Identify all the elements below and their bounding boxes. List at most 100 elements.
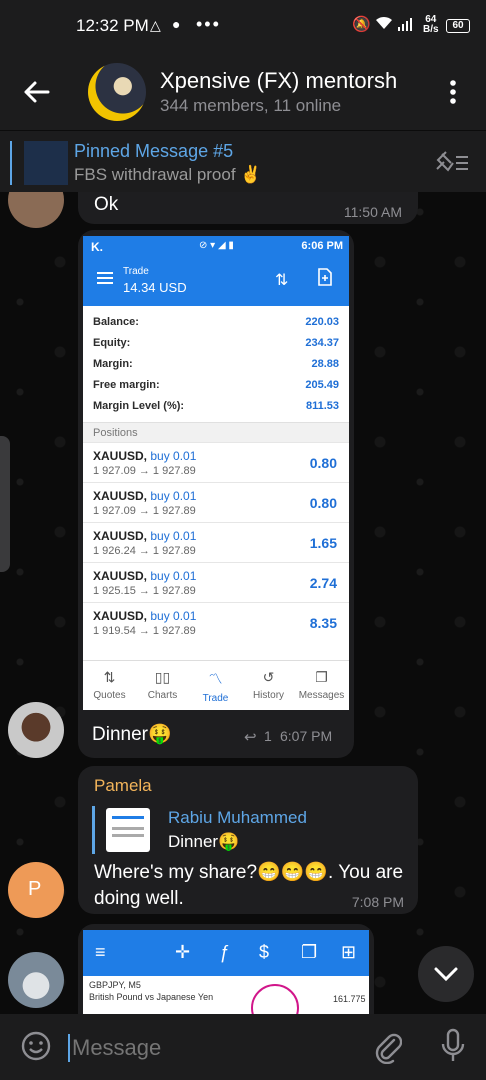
message-text: Dinner🤑 (92, 724, 172, 745)
account-value: 220.03 (305, 316, 339, 328)
tab-label: Trade (202, 693, 229, 704)
message-bubble[interactable]: Pamela Rabiu Muhammed Dinner🤑 Where's my… (78, 766, 418, 914)
sort-icon: ⇅ (275, 272, 289, 289)
history-icon: ↺ (262, 669, 275, 685)
chat-title[interactable]: Xpensive (FX) mentorsh (160, 68, 422, 94)
account-label: Balance: (93, 316, 139, 328)
mute-icon: 🔕 (352, 16, 371, 33)
status-time: 12:32 PM (76, 16, 149, 35)
position-row: XAUUSD, buy 0.01 1 919.54 → 1 927.89 8.35 (83, 602, 349, 643)
sender-name[interactable]: Pamela (94, 776, 152, 796)
trade-screenshot[interactable]: K. ⊘ ▾ ◢ ▮ 6:06 PM Trade 14.34 USD ⇅ Bal… (83, 236, 349, 710)
tab-charts: ▯▯ Charts (136, 669, 189, 701)
positions-header: Positions (83, 422, 349, 443)
position-symbol: XAUUSD, buy 0.01 (93, 609, 196, 623)
warning-icon: △ (150, 17, 161, 33)
position-prices: 1 927.09 → 1 927.89 (93, 505, 196, 517)
sender-avatar[interactable] (8, 702, 64, 758)
messages-icon: ❐ (315, 669, 328, 685)
chat-header: Xpensive (FX) mentorsh 344 members, 11 o… (0, 56, 486, 130)
emoji-icon[interactable] (20, 1030, 52, 1062)
message-list[interactable]: Ok 11:50 AM K. ⊘ ▾ ◢ ▮ 6:06 PM Trade 14.… (0, 192, 486, 1014)
positions-header-label: Positions (93, 427, 138, 439)
message-input[interactable] (70, 1030, 354, 1066)
reply-count[interactable]: 1 (264, 728, 272, 744)
account-row: Balance: 220.03 (93, 316, 339, 328)
position-symbol: XAUUSD, buy 0.01 (93, 569, 196, 583)
pin-list-icon[interactable] (434, 149, 470, 175)
side-label: buy 0.01 (150, 489, 197, 503)
quote-author: Rabiu Muhammed (168, 808, 307, 827)
pinned-message-bar[interactable]: Pinned Message #5 FBS withdrawal proof ✌… (0, 130, 486, 193)
account-value: 205.49 (305, 379, 339, 391)
trade-clock: 6:06 PM (301, 240, 343, 252)
chart-price: 161.775 (333, 994, 366, 1004)
pinned-indicator (10, 141, 12, 185)
position-row: XAUUSD, buy 0.01 1 926.24 → 1 927.89 1.65 (83, 522, 349, 563)
quote-bar (92, 806, 95, 854)
attach-icon[interactable] (374, 1030, 402, 1064)
pinned-thumbnail (24, 141, 68, 185)
group-avatar[interactable] (88, 63, 146, 121)
sender-avatar[interactable] (8, 192, 64, 228)
trade-app-topbar: K. ⊘ ▾ ◢ ▮ 6:06 PM Trade 14.34 USD ⇅ (83, 236, 349, 306)
chart-annotation-circle (251, 984, 299, 1014)
position-prices: 1 919.54 → 1 927.89 (93, 625, 196, 637)
chart-pair: GBPJPY, M5 (89, 980, 141, 990)
tab-label: History (252, 690, 285, 701)
back-arrow-icon[interactable] (22, 78, 50, 106)
reply-quote[interactable]: Rabiu Muhammed Dinner🤑 (92, 806, 307, 854)
scroll-down-button[interactable] (418, 946, 474, 1002)
account-label: Free margin: (93, 379, 160, 391)
tab-quotes: ⇅ Quotes (83, 669, 136, 701)
crosshair-icon: ✛ (175, 942, 191, 962)
account-row: Equity: 234.37 (93, 337, 339, 349)
member-count: 344 members, 11 online (160, 96, 342, 115)
account-row: Margin Level (%): 811.53 (93, 400, 339, 412)
more-options-icon[interactable] (446, 78, 460, 106)
position-profit: 8.35 (309, 615, 337, 631)
quotes-icon: ⇅ (103, 669, 116, 685)
function-icon: ƒ (219, 942, 230, 962)
account-label: Margin: (93, 358, 133, 370)
trade-heading: Trade (123, 266, 149, 277)
account-value: 234.37 (305, 337, 339, 349)
photo-message-bubble[interactable]: ≡ ✛ ƒ $ ❐ ⊞ GBPJPY, M5 British Pound vs … (78, 924, 374, 1014)
message-time: 7:08 PM (351, 894, 404, 910)
pinned-title: Pinned Message #5 (74, 141, 234, 161)
chart-screenshot[interactable]: ≡ ✛ ƒ $ ❐ ⊞ GBPJPY, M5 British Pound vs … (83, 930, 369, 1014)
avatar-letter: P (28, 878, 42, 900)
symbol-label: XAUUSD, (93, 569, 148, 583)
position-symbol: XAUUSD, buy 0.01 (93, 449, 196, 463)
trade-balance-line: 14.34 USD (123, 280, 187, 295)
position-row: XAUUSD, buy 0.01 1 927.09 → 1 927.89 0.80 (83, 442, 349, 483)
message-time: 11:50 AM (343, 204, 402, 220)
tab-trade: 〽 Trade (189, 669, 242, 704)
trade-app-tabbar: ⇅ Quotes ▯▯ Charts 〽 Trade ↺ History ❐ Messag… (83, 660, 349, 710)
side-label: buy 0.01 (150, 609, 197, 623)
account-label: Equity: (93, 337, 131, 349)
phone-status-icons: ⊘ ▾ ◢ ▮ (199, 240, 234, 251)
sender-avatar[interactable] (8, 952, 64, 1008)
photo-message-bubble[interactable]: K. ⊘ ▾ ◢ ▮ 6:06 PM Trade 14.34 USD ⇅ Bal… (78, 230, 354, 758)
side-drawer-handle[interactable] (0, 436, 10, 572)
reply-arrow-icon[interactable]: ↩ (244, 728, 257, 746)
message-bubble[interactable]: Ok 11:50 AM (78, 192, 418, 224)
symbol-label: XAUUSD, (93, 489, 148, 503)
message-input-bar (0, 1014, 486, 1080)
status-bar: 12:32 PM △ ● ••• 🔕 64 B/s 60 (0, 0, 486, 56)
window-icon: ❐ (301, 942, 318, 962)
account-value: 28.88 (311, 358, 339, 370)
microphone-icon[interactable] (440, 1028, 466, 1064)
position-prices: 1 927.09 → 1 927.89 (93, 465, 196, 477)
symbol-label: XAUUSD, (93, 449, 148, 463)
tab-label: Quotes (93, 690, 126, 701)
sender-avatar[interactable]: P (8, 862, 64, 918)
account-value: 811.53 (305, 400, 339, 412)
position-profit: 0.80 (309, 455, 337, 471)
net-speed-unit: B/s (423, 24, 439, 35)
tab-history: ↺ History (242, 669, 295, 701)
position-symbol: XAUUSD, buy 0.01 (93, 489, 196, 503)
app-logo-icon: K. (91, 240, 103, 254)
position-profit: 2.74 (309, 575, 337, 591)
